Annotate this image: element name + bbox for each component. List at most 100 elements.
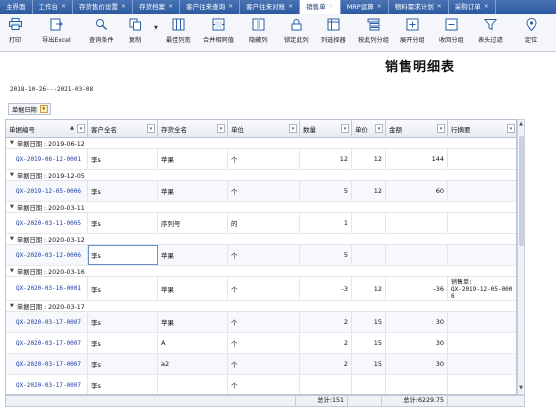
- column-header-unit[interactable]: 单位 ▾: [228, 120, 300, 138]
- scroll-up-icon[interactable]: ▲: [518, 121, 524, 129]
- hide-column-button[interactable]: 隐藏列: [249, 17, 268, 49]
- tab-close-icon[interactable]: ✕: [288, 0, 293, 14]
- cell-no[interactable]: QX-2020-03-17-0007: [6, 312, 88, 332]
- tab-7[interactable]: MRP运算 ✕: [341, 0, 389, 14]
- tab-9[interactable]: 采购订单 ✕: [449, 0, 496, 14]
- cell-item[interactable]: 苹果: [158, 149, 228, 169]
- cell-qty[interactable]: 2: [300, 312, 352, 332]
- cell-item[interactable]: A: [158, 333, 228, 353]
- cell-price[interactable]: 12: [352, 181, 386, 201]
- column-filter-dropdown-icon[interactable]: ▾: [147, 124, 155, 133]
- column-header-amount[interactable]: 金额 ▾: [386, 120, 448, 138]
- cell-price[interactable]: 12: [352, 277, 386, 300]
- cell-item[interactable]: a2: [158, 354, 228, 374]
- cell-customer[interactable]: 李s: [88, 333, 158, 353]
- cell-no[interactable]: QX-2019-06-12-0001: [6, 149, 88, 169]
- collapse-group-icon[interactable]: ▼: [10, 172, 14, 178]
- cell-memo[interactable]: [448, 245, 516, 265]
- cell-amount[interactable]: -36: [386, 277, 448, 300]
- cell-no[interactable]: QX-2020-03-17-0007: [6, 333, 88, 353]
- table-row[interactable]: QX-2020-03-17-0007 李s A 个 2 15 30: [6, 333, 516, 354]
- cell-customer[interactable]: 李s: [88, 277, 158, 300]
- collapse-group-icon[interactable]: ▼: [10, 268, 14, 274]
- cell-unit[interactable]: 个: [228, 277, 300, 300]
- cell-customer[interactable]: 李s: [88, 312, 158, 332]
- collapse-group-icon[interactable]: ▼: [10, 140, 14, 146]
- best-column-width-button[interactable]: 最佳列宽: [166, 17, 191, 49]
- group-row[interactable]: ▼ 单据日期 : 2019-06-12: [6, 138, 516, 149]
- cell-amount[interactable]: [386, 213, 448, 233]
- cell-qty[interactable]: 2: [300, 333, 352, 353]
- cell-unit[interactable]: 的: [228, 213, 300, 233]
- copy-dropdown-icon[interactable]: ▼: [154, 25, 158, 31]
- scrollbar-thumb[interactable]: [519, 136, 524, 246]
- locate-button[interactable]: 定位: [524, 17, 538, 49]
- table-row[interactable]: QX-2020-03-11-0005 李s 序列号的 1: [6, 213, 516, 234]
- cell-amount[interactable]: 30: [386, 312, 448, 332]
- tab-close-icon[interactable]: ✕: [377, 0, 382, 14]
- cell-no[interactable]: QX-2020-03-11-0005: [6, 213, 88, 233]
- header-filter-button[interactable]: 表头过滤: [478, 17, 503, 49]
- column-header-price[interactable]: 单价 ▾: [352, 120, 386, 138]
- cell-item[interactable]: 苹果: [158, 312, 228, 332]
- tab-5[interactable]: 客户往来对账 ✕: [240, 0, 301, 14]
- cell-no[interactable]: QX-2020-03-16-0001: [6, 277, 88, 300]
- table-row[interactable]: QX-2020-03-16-0001 李s 苹果个 -3 12 -36 销售单: QX-20…: [6, 277, 516, 301]
- column-filter-dropdown-icon[interactable]: ▾: [289, 124, 297, 133]
- column-filter-dropdown-icon[interactable]: ▾: [507, 124, 515, 133]
- tab-close-icon[interactable]: ✕: [228, 0, 233, 14]
- collapse-group-icon[interactable]: ▼: [10, 303, 14, 309]
- cell-memo[interactable]: [448, 213, 516, 233]
- cell-memo[interactable]: [448, 333, 516, 353]
- cell-price[interactable]: 15: [352, 333, 386, 353]
- copy-button[interactable]: 复制 ▼: [128, 17, 158, 49]
- cell-price[interactable]: 15: [352, 354, 386, 374]
- cell-qty[interactable]: 5: [300, 245, 352, 265]
- tab-6[interactable]: 销售单 ✕: [300, 0, 341, 14]
- cell-no[interactable]: QX-2020-03-17-0007: [6, 354, 88, 374]
- cell-qty[interactable]: [300, 375, 352, 394]
- cell-price[interactable]: [352, 213, 386, 233]
- table-row[interactable]: QX-2020-03-17-0007 李s 个: [6, 375, 516, 394]
- cell-customer[interactable]: 李s: [88, 213, 158, 233]
- column-filter-dropdown-icon[interactable]: ▾: [375, 124, 383, 133]
- tab-close-icon[interactable]: ✕: [437, 0, 442, 14]
- table-row[interactable]: QX-2019-12-05-0006 李s 苹果个 5 12 60: [6, 181, 516, 202]
- column-selector-button[interactable]: 列选择器: [321, 17, 346, 49]
- cell-qty[interactable]: 2: [300, 354, 352, 374]
- tab-1[interactable]: 工作台 ✕: [33, 0, 74, 14]
- cell-memo[interactable]: [448, 312, 516, 332]
- collapse-group-icon[interactable]: ▼: [10, 236, 14, 242]
- cell-memo[interactable]: [448, 354, 516, 374]
- group-by-column-button[interactable]: 按此列分组: [358, 17, 389, 49]
- cell-qty[interactable]: 5: [300, 181, 352, 201]
- cell-customer[interactable]: 李s: [88, 149, 158, 169]
- cell-amount[interactable]: 30: [386, 333, 448, 353]
- cell-unit[interactable]: 个: [228, 245, 300, 265]
- column-header-memo[interactable]: 行摘要 ▾: [448, 120, 516, 138]
- cell-unit[interactable]: 个: [228, 149, 300, 169]
- tab-close-icon[interactable]: ✕: [121, 0, 126, 14]
- cell-no[interactable]: QX-2019-12-05-0006: [6, 181, 88, 201]
- cell-unit[interactable]: 个: [228, 312, 300, 332]
- cell-amount[interactable]: 60: [386, 181, 448, 201]
- table-row[interactable]: QX-2020-03-17-0007 李s a2 个 2 15 30: [6, 354, 516, 375]
- cell-no[interactable]: QX-2020-03-17-0007: [6, 375, 88, 394]
- cell-customer[interactable]: 李s: [88, 245, 158, 265]
- cell-item[interactable]: 苹果: [158, 181, 228, 201]
- cell-amount[interactable]: [386, 245, 448, 265]
- group-row[interactable]: ▼ 单据日期 : 2020-03-17: [6, 301, 516, 312]
- tab-0[interactable]: 主界面: [0, 0, 33, 14]
- cell-customer[interactable]: 李s: [88, 375, 158, 394]
- table-row[interactable]: QX-2020-03-12-0006 李s 苹果个 5: [6, 245, 516, 266]
- cell-qty[interactable]: 12: [300, 149, 352, 169]
- column-filter-dropdown-icon[interactable]: ▾: [77, 124, 85, 133]
- print-button[interactable]: 打印: [8, 17, 22, 49]
- cell-price[interactable]: 15: [352, 312, 386, 332]
- group-field-chip[interactable]: 单据日期 ▾: [8, 103, 51, 115]
- column-filter-dropdown-icon[interactable]: ▾: [437, 124, 445, 133]
- cell-item[interactable]: 序列号: [158, 213, 228, 233]
- group-row[interactable]: ▼ 单据日期 : 2020-03-16: [6, 266, 516, 277]
- column-filter-dropdown-icon[interactable]: ▾: [341, 124, 349, 133]
- cell-amount[interactable]: 144: [386, 149, 448, 169]
